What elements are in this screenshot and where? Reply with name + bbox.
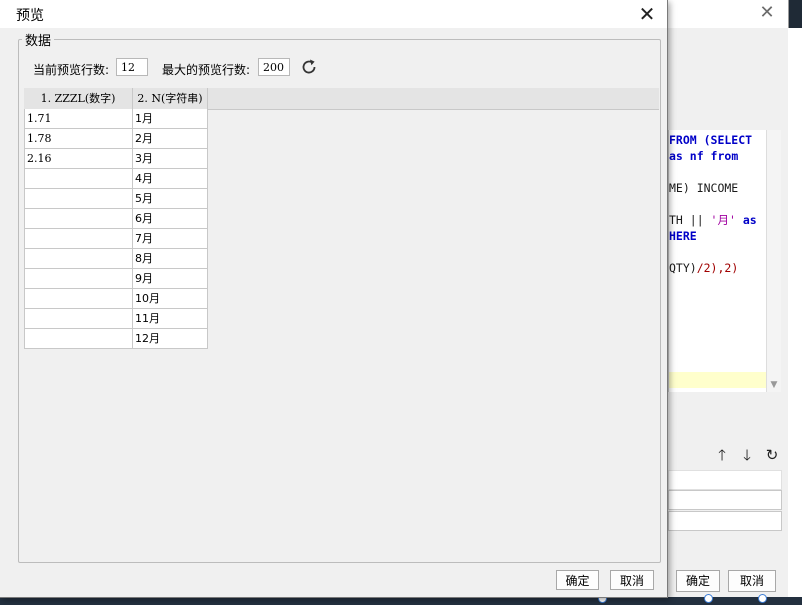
code-token: ME) INCOME [669, 181, 739, 195]
ok-button[interactable]: 确定 [556, 570, 599, 590]
scroll-down-icon[interactable]: ▼ [768, 380, 780, 390]
background-close-icon[interactable]: ✕ [756, 2, 778, 24]
current-line-highlight [669, 372, 767, 388]
arrow-up-icon[interactable]: 🡑 [713, 446, 731, 464]
cell-n[interactable]: 11月 [133, 309, 208, 329]
background-field[interactable] [668, 511, 782, 531]
code-line: ME) INCOME [669, 180, 738, 196]
cell-zzzl[interactable]: 1.78 [24, 129, 133, 149]
table-row[interactable]: 1.71 1月 [24, 109, 208, 129]
cell-n[interactable]: 10月 [133, 289, 208, 309]
table-row[interactable]: 11月 [24, 309, 208, 329]
cell-zzzl[interactable] [24, 329, 133, 349]
code-token: QTY) [669, 261, 697, 275]
code-token: HERE [669, 229, 697, 243]
code-token: as nf [669, 149, 711, 163]
code-line: as nf from [669, 148, 738, 164]
editor-scrollbar[interactable]: ▼ [766, 130, 781, 392]
cell-zzzl[interactable]: 2.16 [24, 149, 133, 169]
chart-point-icon [758, 594, 767, 603]
table-header: 1. ZZZL(数字) 2. N(字符串) [24, 88, 659, 110]
chart-point-icon [704, 594, 713, 603]
dialog-titlebar[interactable]: 预览 ✕ [0, 0, 667, 28]
table-row[interactable]: 1.78 2月 [24, 129, 208, 149]
column-header[interactable]: 2. N(字符串) [133, 88, 208, 109]
code-token: '月' [710, 213, 736, 227]
cell-n[interactable]: 7月 [133, 229, 208, 249]
code-token: from [710, 149, 739, 163]
code-line: QTY)/2),2) [669, 260, 738, 276]
background-taskbar [0, 597, 802, 605]
cell-zzzl[interactable] [24, 229, 133, 249]
max-rows-label: 最大的预览行数: [162, 63, 251, 77]
cell-zzzl[interactable] [24, 209, 133, 229]
table-row[interactable]: 5月 [24, 189, 208, 209]
cell-n[interactable]: 9月 [133, 269, 208, 289]
background-ok-button[interactable]: 确定 [676, 570, 720, 592]
column-header[interactable]: 1. ZZZL(数字) [24, 88, 133, 109]
cell-n[interactable]: 5月 [133, 189, 208, 209]
table-row[interactable]: 8月 [24, 249, 208, 269]
background-field[interactable] [668, 470, 782, 490]
preview-table: 1. ZZZL(数字) 2. N(字符串) 1.71 1月 1.78 2月 2.16 3月… [24, 88, 659, 561]
code-token: FROM (SELECT [669, 133, 753, 147]
background-field[interactable] [668, 490, 782, 510]
cell-n[interactable]: 8月 [133, 249, 208, 269]
current-rows-input[interactable]: 12 [116, 58, 148, 76]
cell-zzzl[interactable]: 1.71 [24, 109, 133, 129]
cell-zzzl[interactable] [24, 189, 133, 209]
current-rows-label: 当前预览行数: [33, 63, 110, 77]
table-row[interactable]: 9月 [24, 269, 208, 289]
table-row[interactable]: 6月 [24, 209, 208, 229]
max-rows-input[interactable]: 200 [258, 58, 290, 76]
cell-zzzl[interactable] [24, 289, 133, 309]
background-right-edge [788, 28, 802, 598]
cell-n[interactable]: 6月 [133, 209, 208, 229]
cell-zzzl[interactable] [24, 269, 133, 289]
sql-editor[interactable]: FROM (SELECT as nf from ME) INCOME TH || '月… [668, 130, 767, 392]
cell-zzzl[interactable] [24, 309, 133, 329]
table-row[interactable]: 2.16 3月 [24, 149, 208, 169]
table-row[interactable]: 4月 [24, 169, 208, 189]
dialog-title: 预览 [16, 8, 44, 24]
cell-n[interactable]: 12月 [133, 329, 208, 349]
refresh-icon[interactable] [299, 57, 319, 77]
code-token: TH || [669, 213, 711, 227]
cell-n[interactable]: 2月 [133, 129, 208, 149]
cell-zzzl[interactable] [24, 249, 133, 269]
code-token: as [735, 213, 757, 227]
cell-zzzl[interactable] [24, 169, 133, 189]
code-line: TH || '月' as [669, 212, 757, 228]
table-row[interactable]: 12月 [24, 329, 208, 349]
cell-n[interactable]: 1月 [133, 109, 208, 129]
code-token: /2),2) [696, 261, 739, 275]
arrow-down-icon[interactable]: 🡓 [738, 446, 756, 464]
cell-n[interactable]: 3月 [133, 149, 208, 169]
table-row[interactable]: 10月 [24, 289, 208, 309]
cancel-button[interactable]: 取消 [610, 570, 654, 590]
close-icon[interactable]: ✕ [635, 2, 659, 26]
table-row[interactable]: 7月 [24, 229, 208, 249]
data-group-label: 数据 [22, 30, 55, 49]
preview-dialog: 预览 ✕ 数据 当前预览行数: 12 最大的预览行数: 200 1. ZZZL(… [0, 0, 668, 598]
cell-n[interactable]: 4月 [133, 169, 208, 189]
background-cancel-button[interactable]: 取消 [728, 570, 776, 592]
code-line: FROM (SELECT [669, 132, 752, 148]
code-line: HERE [669, 228, 697, 244]
refresh-icon[interactable]: ↻ [763, 446, 781, 464]
